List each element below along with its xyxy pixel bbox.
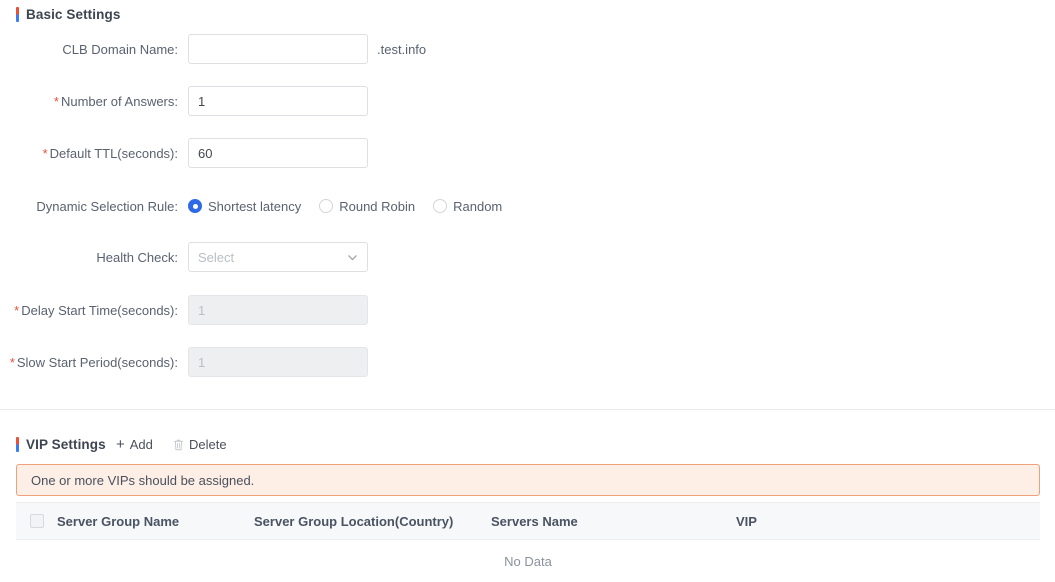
basic-settings-header: Basic Settings xyxy=(16,7,120,22)
add-vip-button[interactable]: + Add xyxy=(116,437,153,452)
radio-random-label: Random xyxy=(453,199,502,214)
required-asterisk: * xyxy=(14,303,19,318)
dynamic-selection-rule-label: Dynamic Selection Rule: xyxy=(0,199,188,214)
health-check-select[interactable]: Select xyxy=(188,242,368,272)
default-ttl-input[interactable] xyxy=(188,138,368,168)
form-row-health-check: Health Check: Select xyxy=(0,242,368,272)
form-row-number-of-answers: *Number of Answers: xyxy=(0,86,368,116)
vip-table-empty-row: No Data xyxy=(16,540,1040,582)
chevron-down-icon xyxy=(347,252,358,263)
vip-settings-title: VIP Settings xyxy=(26,437,106,452)
clb-domain-input[interactable] xyxy=(188,34,368,64)
section-accent-bar xyxy=(16,7,19,22)
radio-shortest-latency[interactable]: Shortest latency xyxy=(188,199,301,214)
number-of-answers-input[interactable] xyxy=(188,86,368,116)
plus-icon: + xyxy=(116,437,125,452)
required-asterisk: * xyxy=(10,355,15,370)
radio-random[interactable]: Random xyxy=(433,199,502,214)
form-row-default-ttl: *Default TTL(seconds): xyxy=(0,138,368,168)
form-row-dynamic-selection-rule: Dynamic Selection Rule: Shortest latency… xyxy=(0,191,520,221)
vip-warning-banner: One or more VIPs should be assigned. xyxy=(16,464,1040,496)
section-divider xyxy=(0,409,1055,410)
vip-warning-text: One or more VIPs should be assigned. xyxy=(31,473,254,488)
radio-mark-icon xyxy=(188,199,202,213)
column-header-server-group-name[interactable]: Server Group Name xyxy=(57,514,254,529)
slow-start-period-label: *Slow Start Period(seconds): xyxy=(0,355,188,370)
column-header-server-group-location[interactable]: Server Group Location(Country) xyxy=(254,514,491,529)
number-of-answers-label-text: Number of Answers: xyxy=(61,94,178,109)
delay-start-time-label-text: Delay Start Time(seconds): xyxy=(21,303,178,318)
form-row-clb-domain: CLB Domain Name: .test.info xyxy=(0,34,426,64)
clb-domain-label: CLB Domain Name: xyxy=(0,42,188,57)
no-data-text: No Data xyxy=(504,554,552,569)
health-check-select-value: Select xyxy=(198,250,347,265)
required-asterisk: * xyxy=(54,94,59,109)
section-accent-bar xyxy=(16,437,19,452)
basic-settings-title: Basic Settings xyxy=(26,7,120,22)
slow-start-period-input xyxy=(188,347,368,377)
default-ttl-label-text: Default TTL(seconds): xyxy=(50,146,178,161)
slow-start-period-label-text: Slow Start Period(seconds): xyxy=(17,355,178,370)
dynamic-selection-rule-radio-group: Shortest latency Round Robin Random xyxy=(188,199,520,214)
radio-round-robin-label: Round Robin xyxy=(339,199,415,214)
vip-table-header: Server Group Name Server Group Location(… xyxy=(16,502,1040,540)
radio-mark-icon xyxy=(319,199,333,213)
vip-table: Server Group Name Server Group Location(… xyxy=(16,502,1040,582)
form-row-slow-start-period: *Slow Start Period(seconds): xyxy=(0,347,368,377)
clb-domain-suffix: .test.info xyxy=(377,42,426,57)
column-header-servers-name[interactable]: Servers Name xyxy=(491,514,736,529)
select-all-checkbox[interactable] xyxy=(30,514,44,528)
delete-vip-button[interactable]: Delete xyxy=(173,437,227,452)
delay-start-time-label: *Delay Start Time(seconds): xyxy=(0,303,188,318)
radio-mark-icon xyxy=(433,199,447,213)
delay-start-time-input xyxy=(188,295,368,325)
required-asterisk: * xyxy=(43,146,48,161)
column-header-vip[interactable]: VIP xyxy=(736,514,757,529)
delete-vip-button-label: Delete xyxy=(189,437,227,452)
form-row-delay-start-time: *Delay Start Time(seconds): xyxy=(0,295,368,325)
trash-icon xyxy=(173,439,184,451)
radio-round-robin[interactable]: Round Robin xyxy=(319,199,415,214)
default-ttl-label: *Default TTL(seconds): xyxy=(0,146,188,161)
vip-settings-header: VIP Settings xyxy=(16,437,106,452)
health-check-label: Health Check: xyxy=(0,250,188,265)
number-of-answers-label: *Number of Answers: xyxy=(0,94,188,109)
radio-shortest-latency-label: Shortest latency xyxy=(208,199,301,214)
add-vip-button-label: Add xyxy=(130,437,153,452)
